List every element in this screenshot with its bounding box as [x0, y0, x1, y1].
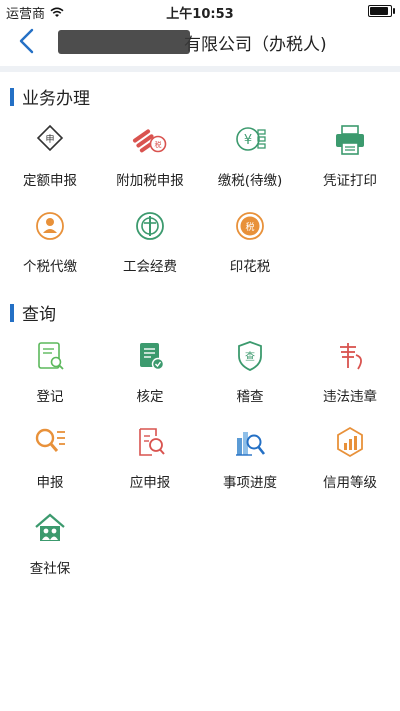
register-icon — [38, 342, 64, 370]
business-item-personal-tax[interactable]: 个税代缴 — [0, 208, 100, 275]
quota-declare-icon: 申 — [36, 124, 64, 152]
status-bar: 运营商 上午10:53 — [0, 0, 400, 22]
business-item-printer[interactable]: 凭证打印 — [300, 122, 400, 189]
declare-search-icon — [35, 428, 65, 452]
business-item-quota-declare[interactable]: 申 定额申报 — [0, 122, 100, 189]
approve-icon — [140, 343, 165, 371]
page-title: 有限公司（办税人) — [58, 30, 327, 55]
query-item-register[interactable]: 登记 — [0, 338, 100, 405]
business-item-surtax-declare[interactable]: 税 附加税申报 — [100, 122, 200, 189]
progress-icon — [236, 432, 266, 456]
nav-bar: 有限公司（办税人) — [0, 22, 400, 62]
svg-text:¥: ¥ — [244, 133, 252, 148]
query-item-social-security[interactable]: 查社保 — [0, 510, 100, 577]
svg-text:税: 税 — [155, 140, 162, 149]
redacted-company-name — [58, 30, 190, 54]
query-item-progress[interactable]: 事项进度 — [200, 424, 300, 491]
stamp-tax-icon: 税 — [236, 212, 264, 240]
battery-icon — [368, 5, 395, 17]
personal-tax-icon — [36, 212, 64, 240]
business-item-stamp-tax[interactable]: 税 印花税 — [200, 208, 300, 275]
surtax-declare-icon: 税 — [132, 129, 167, 153]
query-item-audit[interactable]: 查 稽查 — [200, 338, 300, 405]
query-item-declare[interactable]: 申报 — [0, 424, 100, 491]
back-button[interactable] — [14, 27, 40, 55]
business-item-union-fee[interactable]: 工会经费 — [100, 208, 200, 275]
svg-text:税: 税 — [245, 221, 254, 233]
query-item-credit-level[interactable]: 信用等级 — [300, 424, 400, 491]
union-fee-icon — [136, 212, 164, 240]
printer-icon — [336, 125, 364, 155]
business-item-pay-tax[interactable]: ¥ 缴税(待缴) — [200, 122, 300, 189]
violation-icon — [340, 343, 362, 370]
section-accent-bar — [10, 87, 14, 106]
status-time: 上午10:53 — [166, 7, 234, 22]
section-accent-bar — [10, 303, 14, 322]
query-item-violation[interactable]: 违法违章 — [300, 338, 400, 405]
credit-level-icon — [337, 426, 363, 458]
svg-text:查: 查 — [245, 350, 255, 363]
due-declare-icon — [139, 428, 165, 456]
query-item-due-declare[interactable]: 应申报 — [100, 424, 200, 491]
pay-tax-icon: ¥ — [236, 127, 266, 151]
social-security-icon — [35, 513, 65, 541]
header-divider — [0, 66, 400, 72]
query-item-approve[interactable]: 核定 — [100, 338, 200, 405]
audit-icon: 查 — [238, 341, 262, 371]
svg-text:申: 申 — [45, 133, 54, 145]
section-query-title: 查询 — [10, 300, 56, 325]
section-business-title: 业务办理 — [10, 84, 90, 109]
